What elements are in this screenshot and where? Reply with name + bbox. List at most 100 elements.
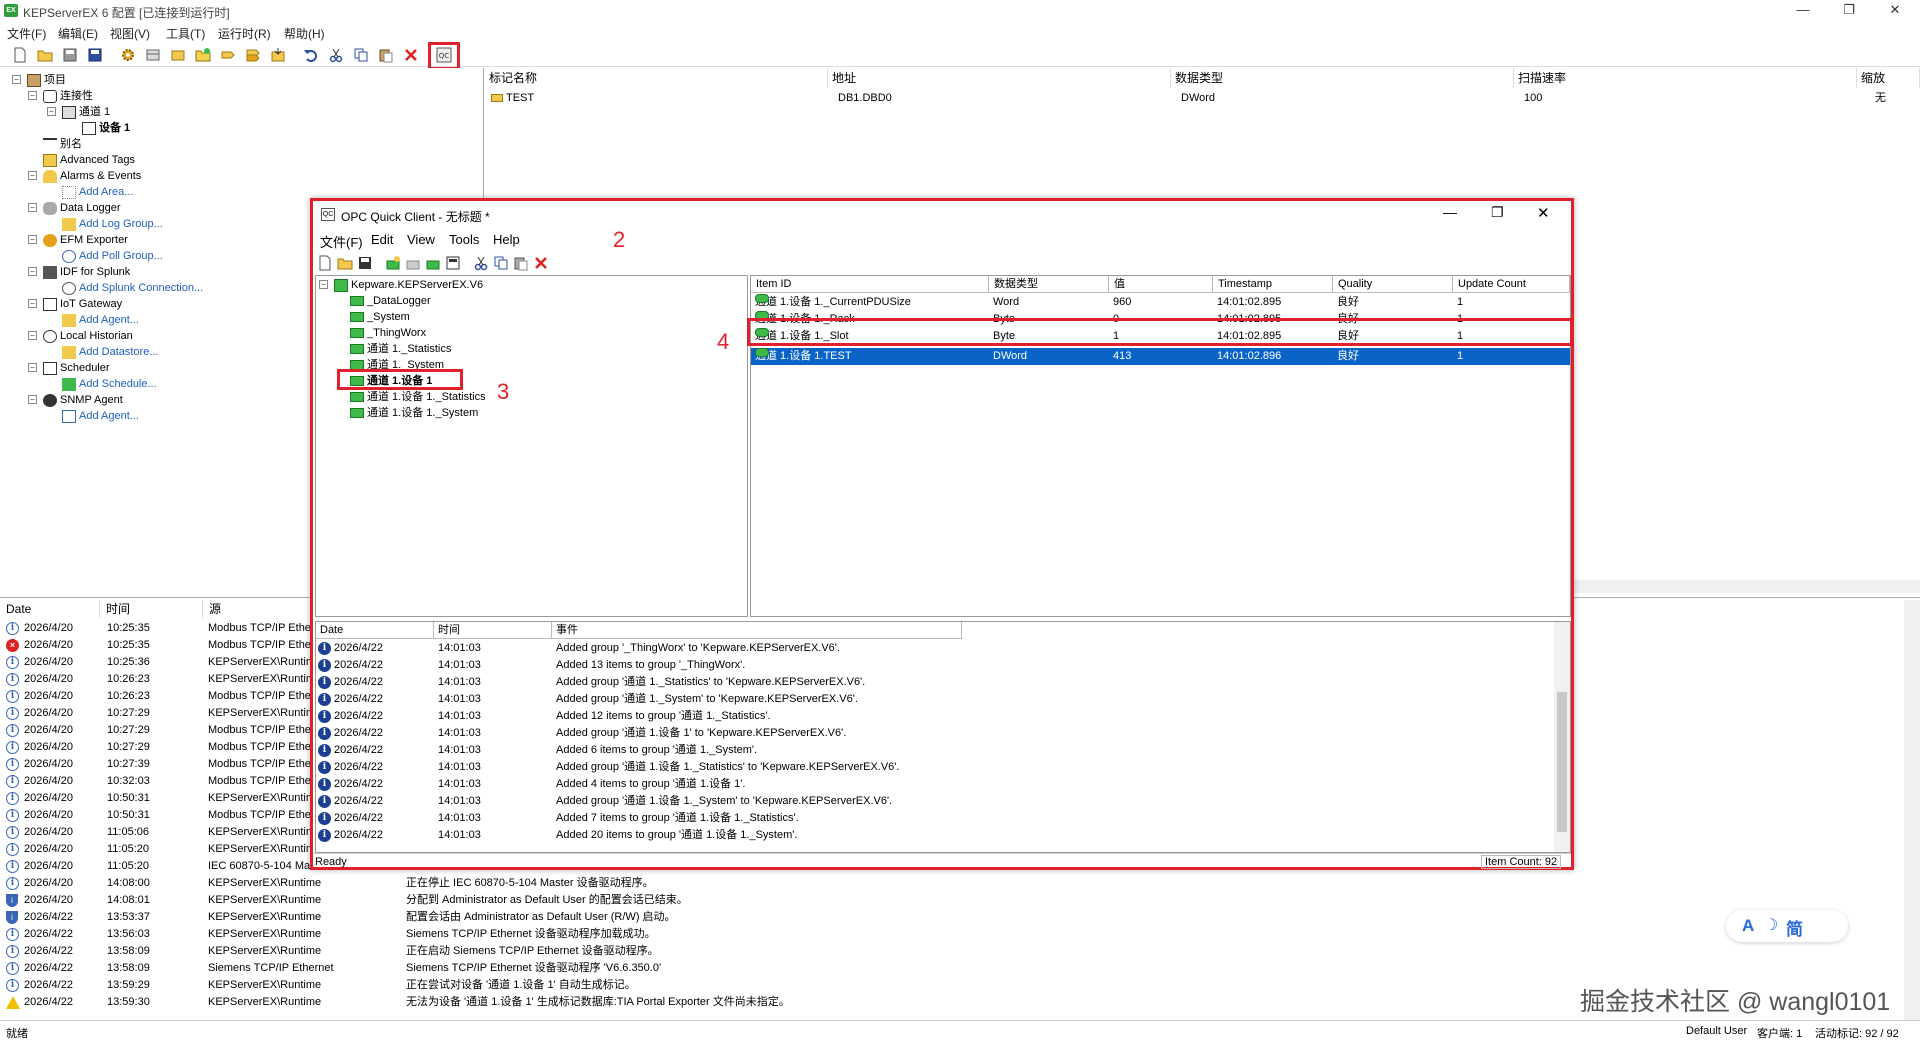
opc-log-row[interactable]: i 2026/4/22 14:01:03 Added group '_ThingWor… bbox=[316, 640, 1551, 657]
bulk-tag-icon[interactable] bbox=[245, 47, 261, 63]
save-as-icon[interactable] bbox=[87, 47, 103, 63]
opc-tree-item[interactable]: _System bbox=[350, 309, 410, 325]
menu-tools[interactable]: 工具(T) bbox=[166, 25, 205, 42]
opc-log-row[interactable]: i 2026/4/22 14:01:03 Added 13 items to grou… bbox=[316, 657, 1551, 674]
tree-local-historian[interactable]: − Local Historian bbox=[28, 328, 133, 344]
column-timestamp[interactable]: Timestamp bbox=[1213, 276, 1333, 293]
tree-add-splunk-connection[interactable]: Add Splunk Connection... bbox=[62, 280, 203, 296]
save-icon[interactable] bbox=[62, 47, 78, 63]
tree-iot-gateway[interactable]: − IoT Gateway bbox=[28, 296, 122, 312]
opc-item-row[interactable]: 通道 1.设备 1._CurrentPDUSize Word 960 14:01:02… bbox=[751, 294, 1570, 311]
opc-log-row[interactable]: i 2026/4/22 14:01:03 Added group '通道 1._Sta… bbox=[316, 674, 1551, 691]
tree-add-poll-group[interactable]: Add Poll Group... bbox=[62, 248, 163, 264]
event-log-row[interactable]: i 2026/4/20 14:08:01 KEPServerEX\Runtime 分配到… bbox=[0, 892, 1900, 909]
opc-tree-item[interactable]: _DataLogger bbox=[350, 293, 431, 309]
column-scan-rate[interactable]: 扫描速率 bbox=[1514, 68, 1857, 88]
opc-delete-icon[interactable] bbox=[533, 255, 549, 271]
ime-indicator[interactable]: A ☽ 简 bbox=[1726, 910, 1848, 942]
opc-log-row[interactable]: i 2026/4/22 14:01:03 Added group '通道 1._Sys… bbox=[316, 691, 1551, 708]
tree-efm-exporter[interactable]: − EFM Exporter bbox=[28, 232, 128, 248]
column-date[interactable]: Date bbox=[0, 600, 100, 618]
opc-maximize-button[interactable]: ❐ bbox=[1491, 204, 1504, 221]
opc-minimize-button[interactable]: — bbox=[1443, 204, 1457, 220]
tree-add-log-group[interactable]: Add Log Group... bbox=[62, 216, 163, 232]
delete-icon[interactable] bbox=[403, 47, 419, 63]
tree-snmp-agent[interactable]: − SNMP Agent bbox=[28, 392, 123, 408]
tree-connectivity[interactable]: − 连接性 bbox=[28, 88, 93, 104]
menu-runtime[interactable]: 运行时(R) bbox=[218, 25, 271, 42]
tree-add-datastore[interactable]: Add Datastore... bbox=[62, 344, 159, 360]
opc-menu-view[interactable]: View bbox=[407, 232, 435, 247]
cut-icon[interactable] bbox=[328, 47, 344, 63]
opc-tree-root[interactable]: − Kepware.KEPServerEX.V6 bbox=[319, 277, 483, 293]
opc-new-group-icon[interactable] bbox=[405, 255, 421, 271]
new-tag-icon[interactable] bbox=[220, 47, 236, 63]
properties-gear-icon[interactable] bbox=[120, 47, 136, 63]
opc-close-button[interactable]: ✕ bbox=[1537, 204, 1550, 222]
opc-log-row[interactable]: i 2026/4/22 14:01:03 Added 20 items to grou… bbox=[316, 827, 1551, 844]
opc-log-row[interactable]: i 2026/4/22 14:01:03 Added 6 items to group… bbox=[316, 742, 1551, 759]
opc-save-icon[interactable] bbox=[357, 255, 373, 271]
column-time[interactable]: 时间 bbox=[100, 600, 203, 618]
opc-menu-file[interactable]: 文件(F) bbox=[320, 232, 363, 251]
column-value[interactable]: 值 bbox=[1109, 276, 1213, 293]
tree-channel[interactable]: − 通道 1 bbox=[47, 104, 110, 120]
column-data-type[interactable]: 数据类型 bbox=[1171, 68, 1514, 88]
tree-add-agent[interactable]: Add Agent... bbox=[62, 312, 139, 328]
opc-log-scrollbar[interactable] bbox=[1554, 622, 1570, 852]
tree-alarms-events[interactable]: − Alarms & Events bbox=[28, 168, 141, 184]
event-log-vertical-scrollbar[interactable] bbox=[1904, 600, 1920, 1020]
opc-item-row[interactable]: 通道 1.设备 1.TEST DWord 413 14:01:02.896 良好 1 bbox=[751, 348, 1570, 365]
new-tag-group-icon[interactable] bbox=[195, 47, 211, 63]
opc-log-row[interactable]: i 2026/4/22 14:01:03 Added 4 items to group… bbox=[316, 776, 1551, 793]
opc-tree-item[interactable]: _ThingWorx bbox=[350, 325, 426, 341]
opc-tree-item[interactable]: 通道 1.设备 1._System bbox=[350, 405, 478, 421]
tree-project[interactable]: − 项目 bbox=[12, 72, 66, 88]
column-item-id[interactable]: Item ID bbox=[751, 276, 989, 293]
event-log-row[interactable]: i 2026/4/22 13:56:03 KEPServerEX\Runtime Sie… bbox=[0, 926, 1900, 943]
tree-aliases[interactable]: 别名 bbox=[43, 136, 82, 152]
close-button[interactable]: ✕ bbox=[1872, 0, 1918, 22]
opc-log-scroll-thumb[interactable] bbox=[1557, 692, 1567, 832]
column-scaling[interactable]: 缩放 bbox=[1857, 68, 1920, 88]
opc-new-server-icon[interactable] bbox=[385, 255, 401, 271]
column-item-data-type[interactable]: 数据类型 bbox=[989, 276, 1109, 293]
opc-menu-edit[interactable]: Edit bbox=[371, 232, 393, 247]
new-icon[interactable] bbox=[12, 47, 28, 63]
tree-add-snmp-agent[interactable]: Add Agent... bbox=[62, 408, 139, 424]
tag-row[interactable]: TEST bbox=[491, 90, 534, 106]
event-log-row[interactable]: i 2026/4/22 13:53:37 KEPServerEX\Runtime 配置会… bbox=[0, 909, 1900, 926]
copy-icon[interactable] bbox=[353, 47, 369, 63]
event-log-row[interactable]: i 2026/4/20 14:08:00 KEPServerEX\Runtime 正在停… bbox=[0, 875, 1900, 892]
tree-idf-splunk[interactable]: − IDF for Splunk bbox=[28, 264, 130, 280]
new-channel-icon[interactable] bbox=[145, 47, 161, 63]
column-log-event[interactable]: 事件 bbox=[552, 622, 962, 639]
paste-icon[interactable] bbox=[378, 47, 394, 63]
menu-edit[interactable]: 编辑(E) bbox=[58, 25, 98, 42]
opc-log-row[interactable]: i 2026/4/22 14:01:03 Added group '通道 1.设备 1… bbox=[316, 725, 1551, 742]
open-icon[interactable] bbox=[37, 47, 53, 63]
undo-icon[interactable] bbox=[303, 47, 319, 63]
tree-data-logger[interactable]: − Data Logger bbox=[28, 200, 121, 216]
event-log-row[interactable]: i 2026/4/22 13:58:09 KEPServerEX\Runtime 正在启… bbox=[0, 943, 1900, 960]
column-update-count[interactable]: Update Count bbox=[1453, 276, 1570, 293]
opc-log-row[interactable]: i 2026/4/22 14:01:03 Added group '通道 1.设备 1… bbox=[316, 793, 1551, 810]
menu-file[interactable]: 文件(F) bbox=[7, 25, 46, 42]
opc-menu-help[interactable]: Help bbox=[493, 232, 520, 247]
opc-properties-icon[interactable] bbox=[445, 255, 461, 271]
import-icon[interactable] bbox=[270, 47, 286, 63]
opc-log-row[interactable]: i 2026/4/22 14:01:03 Added 12 items to grou… bbox=[316, 708, 1551, 725]
column-log-time[interactable]: 时间 bbox=[434, 622, 552, 639]
tree-device[interactable]: 设备 1 bbox=[82, 120, 130, 136]
column-quality[interactable]: Quality bbox=[1333, 276, 1453, 293]
column-tag-name[interactable]: 标记名称 bbox=[485, 68, 828, 88]
minimize-button[interactable]: — bbox=[1780, 0, 1826, 22]
tree-scheduler[interactable]: − Scheduler bbox=[28, 360, 110, 376]
event-log-row[interactable]: i 2026/4/22 13:58:09 Siemens TCP/IP Etherne… bbox=[0, 960, 1900, 977]
opc-tree-item[interactable]: 通道 1._Statistics bbox=[350, 341, 451, 357]
column-log-date[interactable]: Date bbox=[316, 622, 434, 639]
tree-add-area[interactable]: Add Area... bbox=[62, 184, 133, 200]
opc-new-item-icon[interactable] bbox=[425, 255, 441, 271]
tree-advanced-tags[interactable]: Advanced Tags bbox=[43, 152, 135, 168]
opc-cut-icon[interactable] bbox=[473, 255, 489, 271]
